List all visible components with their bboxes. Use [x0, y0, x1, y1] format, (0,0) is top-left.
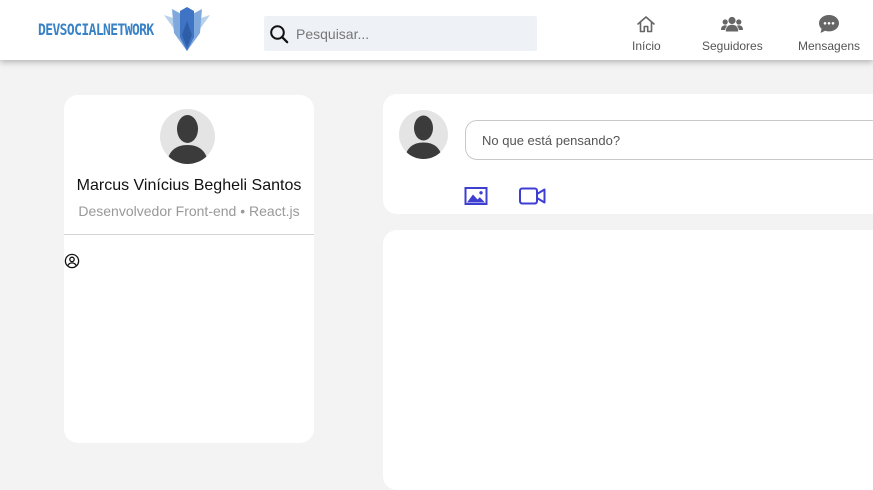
chat-bubble-icon — [818, 14, 840, 34]
divider — [64, 234, 314, 235]
nav-home[interactable]: Início — [632, 14, 661, 53]
nav-followers[interactable]: Seguidores — [702, 14, 763, 53]
top-navbar: DEVSOCIALNETWORK Início — [0, 0, 873, 60]
profile-name: Marcus Vinícius Begheli Santos — [76, 177, 302, 194]
brand-logo[interactable]: DEVSOCIALNETWORK — [38, 6, 210, 54]
default-avatar-icon — [167, 115, 208, 164]
composer-avatar — [399, 110, 448, 159]
feed-card — [383, 230, 873, 490]
post-composer-card — [383, 94, 873, 214]
users-icon — [721, 14, 744, 34]
nav-followers-label: Seguidores — [702, 39, 763, 53]
user-circle-icon[interactable] — [64, 253, 80, 269]
search-bar — [264, 16, 537, 51]
home-icon — [636, 14, 656, 34]
profile-avatar[interactable] — [160, 109, 215, 164]
post-input[interactable] — [465, 120, 873, 160]
profile-role: Desenvolvedor Front-end • React.js — [78, 203, 300, 219]
logo-text: DEVSOCIALNETWORK — [38, 20, 154, 40]
video-camera-icon[interactable] — [519, 185, 546, 207]
nav-messages[interactable]: Mensagens — [798, 14, 860, 53]
default-avatar-icon — [405, 115, 442, 159]
nav-messages-label: Mensagens — [798, 39, 861, 53]
image-icon[interactable] — [464, 186, 488, 206]
nav-home-label: Início — [632, 39, 661, 53]
search-input[interactable] — [296, 18, 526, 49]
search-icon[interactable] — [268, 23, 290, 45]
logo-mark-icon — [164, 7, 210, 51]
profile-card: Marcus Vinícius Begheli Santos Desenvolv… — [64, 95, 314, 443]
